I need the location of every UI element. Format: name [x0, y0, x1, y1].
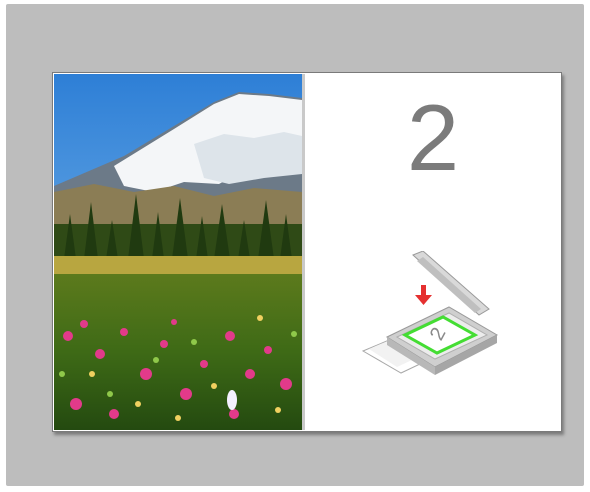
- window-frame: 2 2: [0, 0, 590, 492]
- panel-divider: [302, 74, 305, 430]
- landscape-photo: [54, 74, 302, 430]
- scan-preview-panel: 2 2: [52, 72, 562, 432]
- landscape-photo-image: [54, 74, 302, 430]
- step-number: 2: [406, 85, 460, 190]
- placement-arrow-icon: [415, 285, 432, 305]
- stage-background: 2 2: [6, 4, 584, 486]
- scanner-illustration: 2: [361, 250, 499, 375]
- flatbed-scanner-icon: 2: [357, 250, 502, 376]
